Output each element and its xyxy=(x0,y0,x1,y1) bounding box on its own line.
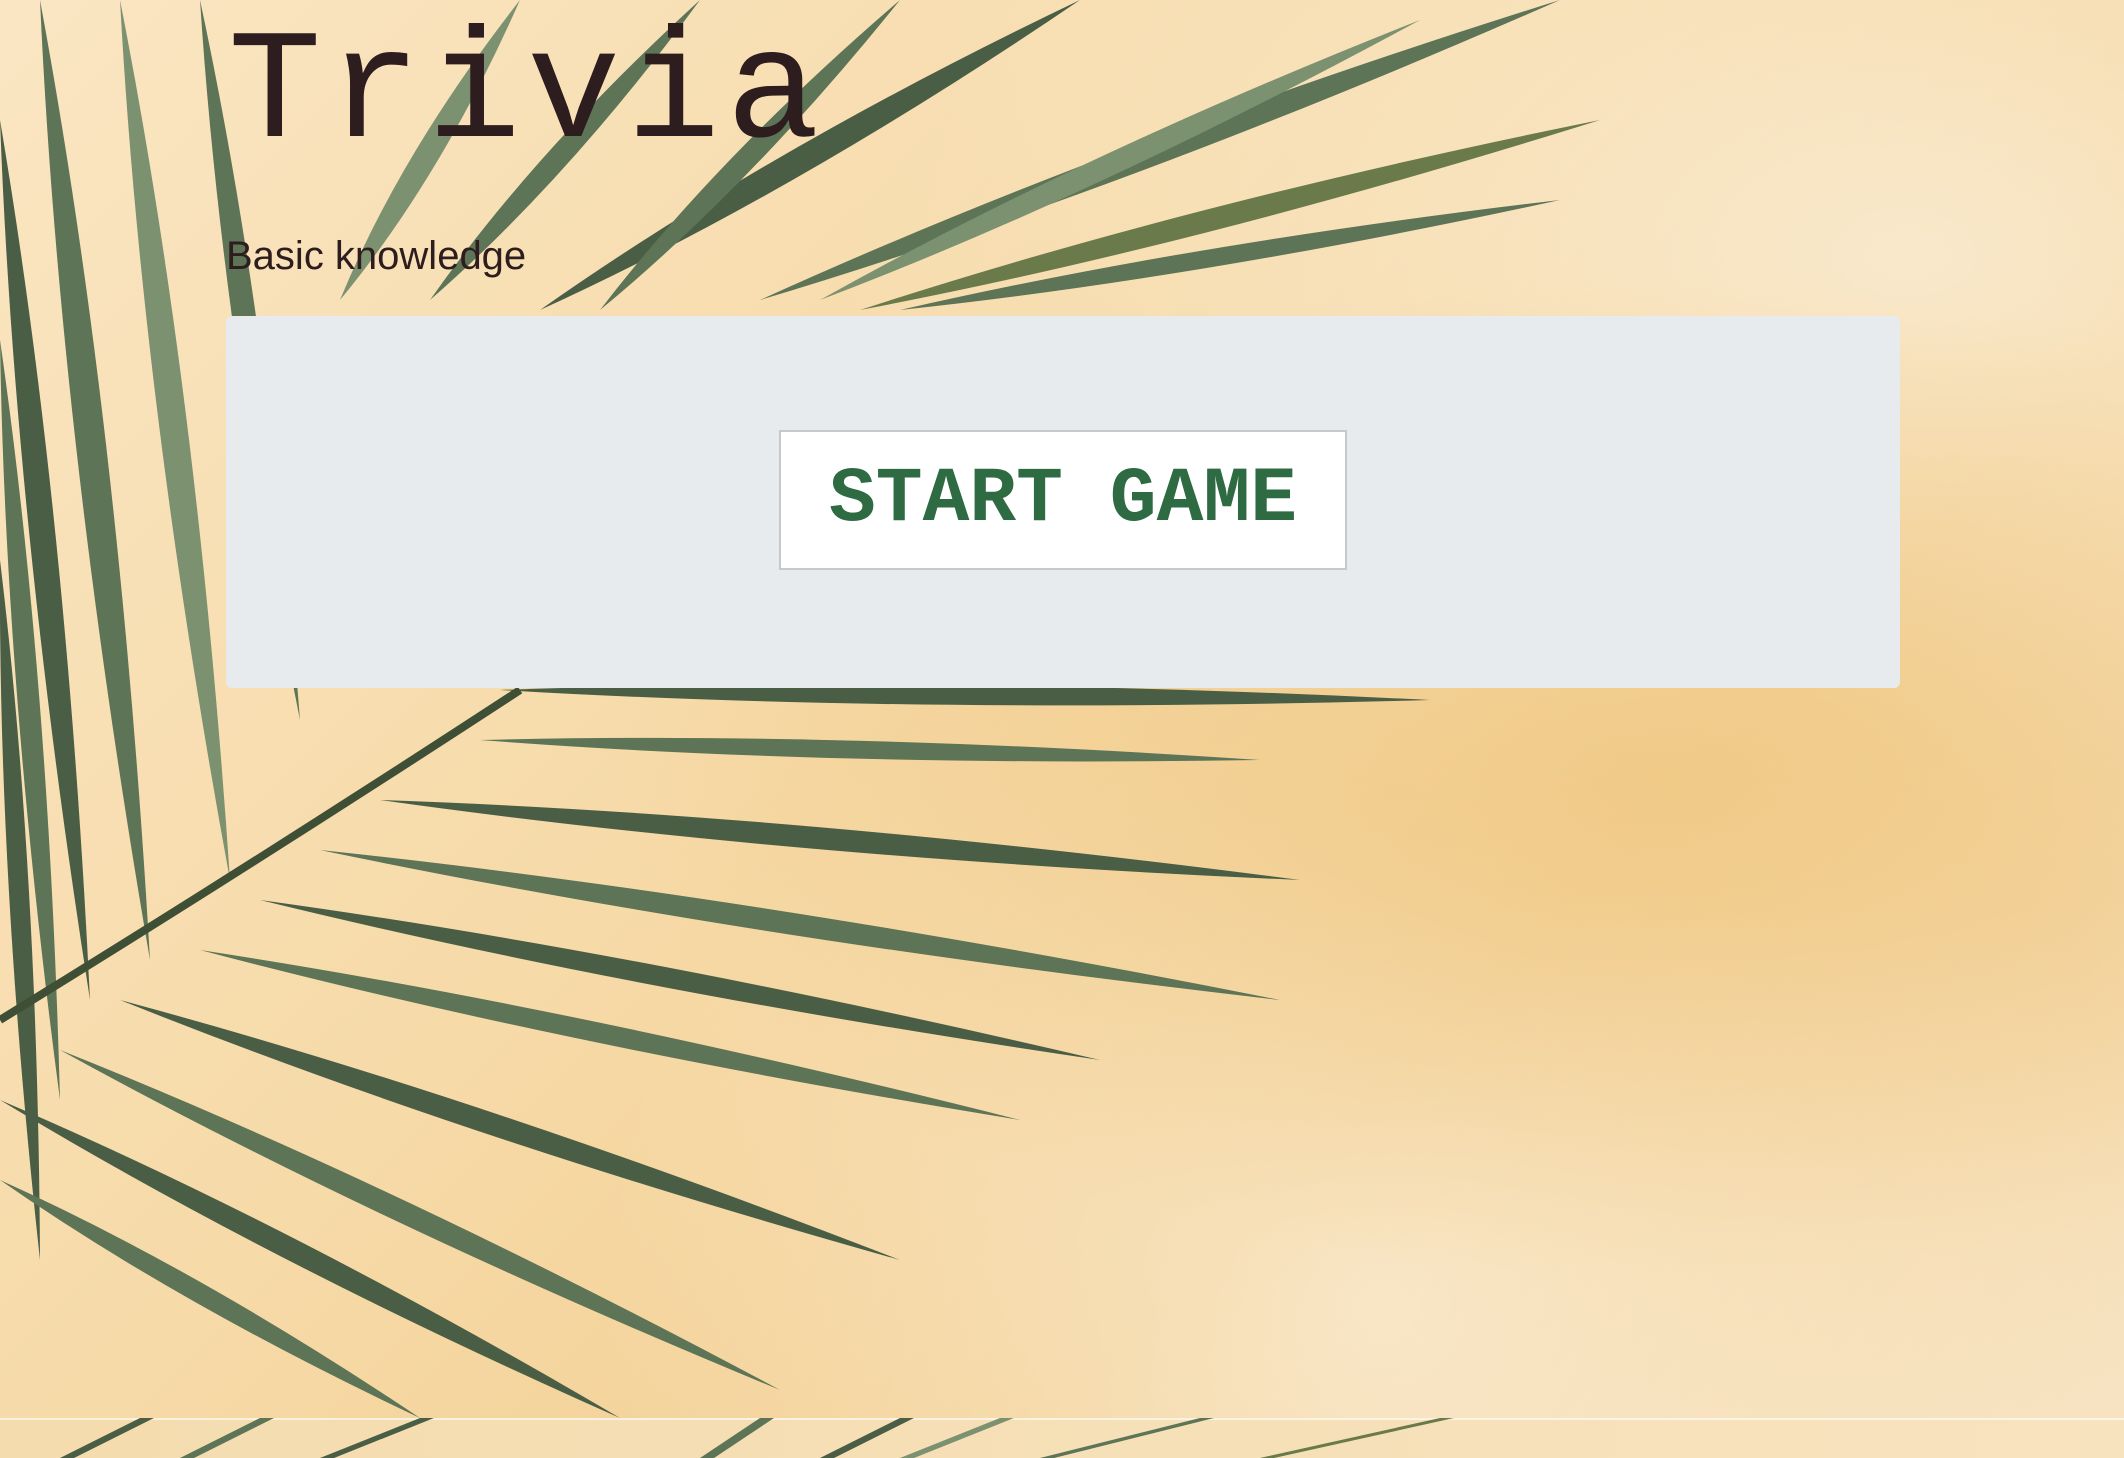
palm-leaflet xyxy=(180,1418,274,1458)
background-image xyxy=(0,0,2124,1458)
palm-leaflet xyxy=(480,737,1260,762)
background-image-repeat xyxy=(0,1418,2124,1458)
page-title: Trivia xyxy=(228,6,826,183)
page-subtitle: Basic knowledge xyxy=(226,234,527,278)
palm-leaflet xyxy=(0,1100,620,1418)
palm-leaflet xyxy=(820,1418,914,1458)
start-game-button[interactable]: START GAME xyxy=(779,430,1347,570)
game-panel: START GAME xyxy=(226,316,1900,688)
palm-leaflet xyxy=(700,1418,774,1458)
palm-leaflet xyxy=(60,1418,154,1458)
palm-leaflet xyxy=(380,800,1300,880)
palm-leaf-strip xyxy=(60,1418,1454,1458)
palm-leaflet xyxy=(260,900,1100,1060)
palm-leaflet xyxy=(1040,1418,1214,1458)
palm-leaf-image xyxy=(0,0,1600,1418)
palm-leaflet xyxy=(900,1418,1014,1458)
palm-leaflet xyxy=(320,850,1280,1000)
palm-leaflet xyxy=(320,1418,434,1458)
palm-leaflet xyxy=(1260,1418,1454,1458)
palm-leaflet xyxy=(820,20,1420,300)
